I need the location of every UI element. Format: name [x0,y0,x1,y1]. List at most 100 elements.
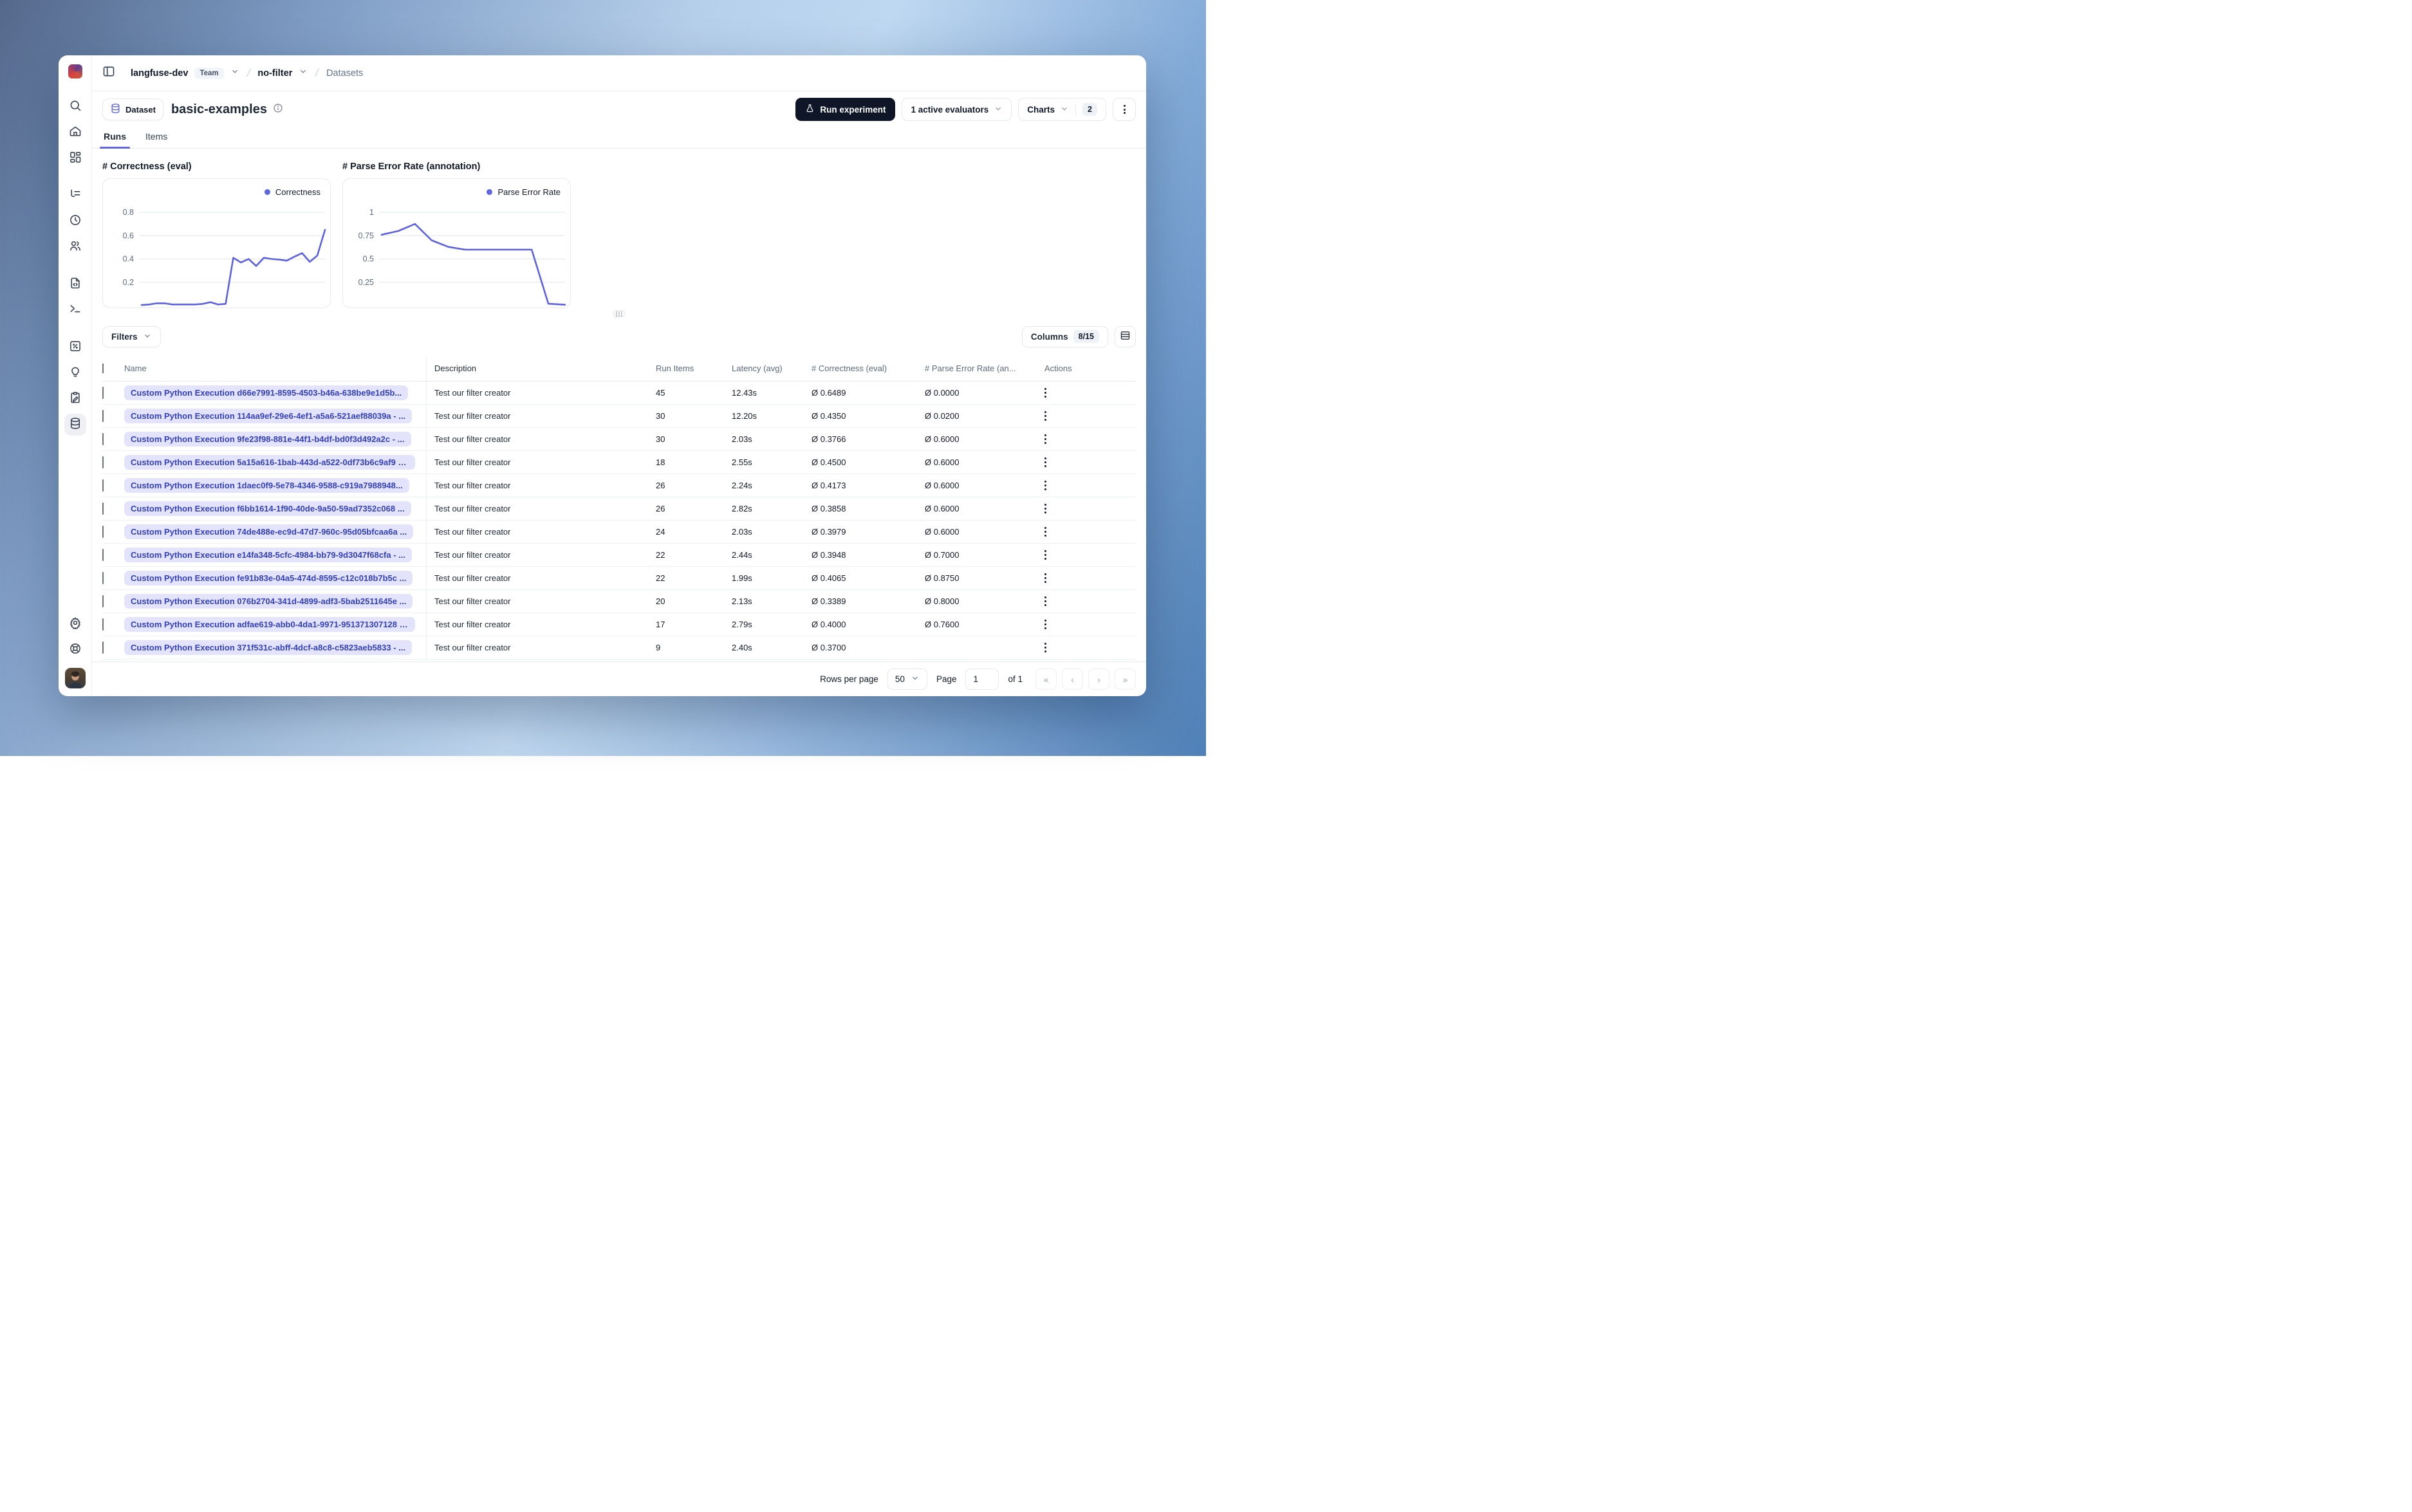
table-row[interactable]: Custom Python Execution 114aa9ef-29e6-4e… [102,405,1136,428]
run-name-link[interactable]: Custom Python Execution 9fe23f98-881e-44… [124,432,411,447]
run-name-link[interactable]: Custom Python Execution 371f531c-abff-4d… [124,640,412,655]
chevron-down-icon[interactable] [230,67,239,79]
sidebar-item-playground[interactable] [64,299,86,321]
breadcrumb-section[interactable]: Datasets [326,68,363,78]
sidebar-item-evaluators[interactable] [64,362,86,384]
kebab-menu-icon[interactable] [1044,481,1046,490]
table-row[interactable]: Custom Python Execution 9fe23f98-881e-44… [102,428,1136,451]
row-select-cell [102,641,124,654]
row-checkbox[interactable] [102,641,104,654]
chevron-down-icon[interactable] [299,67,308,79]
table-row[interactable]: Custom Python Execution adfae619-abb0-4d… [102,613,1136,636]
rows-per-page-select[interactable]: 50 [887,668,927,690]
chevron-down-icon [994,104,1003,115]
filters-button[interactable]: Filters [102,326,161,347]
columns-button[interactable]: Columns 8/15 [1021,326,1108,347]
sidebar-item-annotation[interactable] [64,388,86,410]
kebab-menu-icon[interactable] [1044,388,1046,398]
row-checkbox[interactable] [102,618,104,631]
more-actions-button[interactable] [1113,98,1136,121]
search-icon [69,99,82,115]
breadcrumb-project[interactable]: langfuse-dev [131,68,188,78]
column-header-latency[interactable]: Latency (avg) [732,364,812,373]
correctness-line-chart: Correctness 0.2 0.4 0.6 0.8 [102,178,331,308]
kebab-menu-icon[interactable] [1044,596,1046,606]
row-checkbox[interactable] [102,432,104,445]
column-header-name[interactable]: Name [124,356,427,381]
run-description-cell: Test our filter creator [434,504,511,513]
table-row[interactable]: Custom Python Execution 371f531c-abff-4d… [102,636,1136,659]
kebab-menu-icon[interactable] [1044,457,1046,467]
run-name-link[interactable]: Custom Python Execution fe91b83e-04a5-47… [124,571,413,585]
table-row[interactable]: Custom Python Execution 076b2704-341d-48… [102,590,1136,613]
run-name-link[interactable]: Custom Python Execution e14fa348-5cfc-49… [124,548,412,562]
column-header-run-items[interactable]: Run Items [656,364,732,373]
kebab-menu-icon[interactable] [1044,643,1046,652]
sidebar-item-scores[interactable] [64,337,86,358]
run-name-cell: Custom Python Execution 9fe23f98-881e-44… [124,428,427,450]
table-row[interactable]: Custom Python Execution 1daec0f9-5e78-43… [102,474,1136,497]
column-header-description[interactable]: Description [427,364,656,373]
table-row[interactable]: Custom Python Execution fe91b83e-04a5-47… [102,567,1136,590]
row-checkbox[interactable] [102,409,104,422]
kebab-menu-icon[interactable] [1044,550,1046,560]
active-evaluators-button[interactable]: 1 active evaluators [902,98,1012,121]
kebab-menu-icon[interactable] [1044,504,1046,513]
sidebar-item-home[interactable] [64,122,86,143]
row-height-button[interactable] [1115,326,1136,347]
run-experiment-button[interactable]: Run experiment [795,98,896,121]
page-number-input[interactable] [965,668,999,690]
panel-toggle-icon[interactable] [102,65,115,81]
user-avatar[interactable] [64,668,86,688]
run-name-link[interactable]: Custom Python Execution 114aa9ef-29e6-4e… [124,409,413,423]
run-name-link[interactable]: Custom Python Execution 076b2704-341d-48… [124,594,413,609]
sidebar-item-datasets[interactable] [64,414,86,436]
select-all-checkbox[interactable] [102,364,104,373]
run-name-link[interactable]: Custom Python Execution f6bb1614-1f90-40… [124,501,411,516]
row-checkbox[interactable] [102,502,104,515]
info-icon[interactable] [267,103,283,116]
row-checkbox[interactable] [102,386,104,399]
row-checkbox[interactable] [102,571,104,584]
run-name-link[interactable]: Custom Python Execution d66e7991-8595-45… [124,385,409,400]
sidebar-item-support[interactable] [64,639,86,661]
sidebar-item-sessions[interactable] [64,210,86,232]
next-page-button[interactable]: › [1088,668,1109,690]
tab-items[interactable]: Items [144,131,169,148]
row-checkbox[interactable] [102,595,104,607]
kebab-menu-icon[interactable] [1044,573,1046,583]
table-row[interactable]: Custom Python Execution d66e7991-8595-45… [102,382,1136,405]
row-checkbox[interactable] [102,548,104,561]
row-checkbox[interactable] [102,479,104,492]
table-row[interactable]: Custom Python Execution f6bb1614-1f90-40… [102,497,1136,521]
latency-cell: 12.20s [732,411,757,421]
tab-runs[interactable]: Runs [100,131,130,149]
first-page-button[interactable]: « [1035,668,1057,690]
sidebar-item-search[interactable] [64,96,86,118]
row-checkbox[interactable] [102,525,104,538]
table-row[interactable]: Custom Python Execution 5a15a616-1bab-44… [102,451,1136,474]
run-name-link[interactable]: Custom Python Execution 1daec0f9-5e78-43… [124,478,409,493]
kebab-menu-icon[interactable] [1044,527,1046,537]
sidebar-item-dashboards[interactable] [64,147,86,169]
table-row[interactable]: Custom Python Execution e14fa348-5cfc-49… [102,544,1136,567]
run-name-link[interactable]: Custom Python Execution adfae619-abb0-4d… [124,617,415,632]
kebab-menu-icon[interactable] [1044,434,1046,444]
table-row[interactable]: Custom Python Execution 74de488e-ec9d-47… [102,521,1136,544]
column-header-correctness[interactable]: # Correctness (eval) [812,364,925,373]
charts-toggle-button[interactable]: Charts 2 [1018,98,1106,121]
sidebar-item-users[interactable] [64,236,86,258]
sidebar-item-tracing[interactable] [64,185,86,207]
row-checkbox[interactable] [102,456,104,468]
drag-grip-icon[interactable] [613,310,625,317]
kebab-menu-icon[interactable] [1044,411,1046,421]
sidebar-item-settings[interactable] [64,613,86,635]
breadcrumb-environment[interactable]: no-filter [257,68,292,78]
last-page-button[interactable]: » [1115,668,1136,690]
run-name-link[interactable]: Custom Python Execution 74de488e-ec9d-47… [124,524,414,539]
previous-page-button[interactable]: ‹ [1062,668,1083,690]
column-header-parse-error[interactable]: # Parse Error Rate (an... [925,364,1037,373]
sidebar-item-prompts[interactable] [64,273,86,295]
run-name-link[interactable]: Custom Python Execution 5a15a616-1bab-44… [124,455,415,470]
kebab-menu-icon[interactable] [1044,620,1046,629]
